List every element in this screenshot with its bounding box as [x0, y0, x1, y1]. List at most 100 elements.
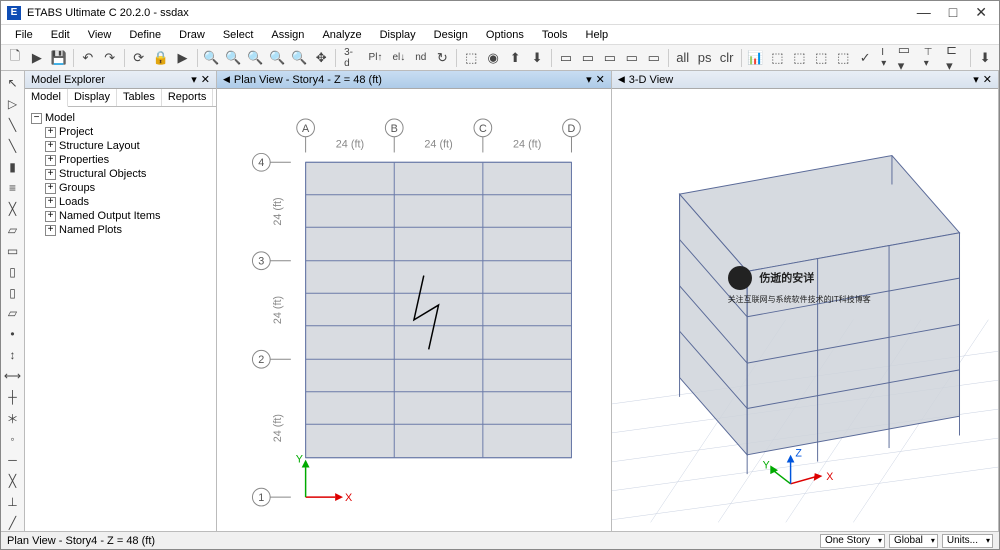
open-icon[interactable]: ▶: [27, 48, 47, 68]
menu-edit[interactable]: Edit: [43, 27, 78, 43]
object3-icon[interactable]: ▭: [600, 48, 620, 68]
download-icon[interactable]: ⬇: [975, 48, 995, 68]
draw-joint-icon[interactable]: ＊: [4, 410, 22, 427]
shape2-icon[interactable]: ⬚: [789, 48, 809, 68]
plan-viewport[interactable]: A B C D 24 (ft) 24 (ft) 24 (ft) 4 3 2 1 …: [217, 89, 611, 531]
panel-close-icon[interactable]: ✕: [596, 73, 605, 86]
menu-draw[interactable]: Draw: [171, 27, 213, 43]
panel-dropdown-icon[interactable]: ▾: [191, 73, 197, 86]
pointer-icon[interactable]: ↖: [4, 75, 22, 92]
tree-item-groups[interactable]: +Groups: [27, 181, 214, 195]
run-icon[interactable]: ▶: [173, 48, 193, 68]
tab-tables[interactable]: Tables: [117, 89, 162, 106]
expand-icon[interactable]: +: [45, 169, 56, 180]
expand-icon[interactable]: +: [45, 141, 56, 152]
reshape-icon[interactable]: ▷: [4, 96, 22, 113]
draw-grid-icon[interactable]: ┼: [4, 389, 22, 406]
expand-icon[interactable]: +: [45, 225, 56, 236]
panel-close-icon[interactable]: ✕: [201, 73, 210, 86]
object-icon[interactable]: ▭: [556, 48, 576, 68]
select-all-icon[interactable]: all: [673, 48, 693, 68]
draw-link-icon[interactable]: ↕: [4, 347, 22, 364]
menu-view[interactable]: View: [80, 27, 120, 43]
view-node-button[interactable]: nd: [411, 48, 430, 68]
shape3-icon[interactable]: ⬚: [811, 48, 831, 68]
menu-analyze[interactable]: Analyze: [314, 27, 369, 43]
draw-secondary-icon[interactable]: ≡: [4, 180, 22, 197]
3d-viewport[interactable]: X Y Z 伤逝的安详 关注互联网与系统软件技术的IT科技博客: [612, 89, 998, 531]
story-select[interactable]: One Story: [820, 534, 885, 548]
redo-icon[interactable]: ↷: [100, 48, 120, 68]
zoom-extents-icon[interactable]: 🔍: [223, 48, 243, 68]
rotate-icon[interactable]: ↻: [432, 48, 452, 68]
menu-select[interactable]: Select: [215, 27, 262, 43]
pan-icon[interactable]: ✥: [311, 48, 331, 68]
select-prev-icon[interactable]: ps: [695, 48, 715, 68]
lock-icon[interactable]: 🔒: [151, 48, 171, 68]
menu-define[interactable]: Define: [121, 27, 169, 43]
panel-close-icon[interactable]: ✕: [983, 73, 992, 86]
perspective-icon[interactable]: ⬚: [461, 48, 481, 68]
snap-mid-icon[interactable]: ─: [4, 451, 22, 468]
plan-view-header[interactable]: ◀ Plan View - Story4 - Z = 48 (ft) ▾ ✕: [217, 71, 611, 89]
new-icon[interactable]: 🗋: [5, 48, 25, 68]
check-icon[interactable]: ✓: [855, 48, 875, 68]
zoom-selection-icon[interactable]: 🔍: [202, 48, 222, 68]
menu-file[interactable]: File: [7, 27, 41, 43]
snap-end-icon[interactable]: ◦: [4, 431, 22, 448]
minimize-button[interactable]: —: [917, 4, 931, 21]
zoom-in-icon[interactable]: 🔍: [245, 48, 265, 68]
object5-icon[interactable]: ▭: [644, 48, 664, 68]
snap-int-icon[interactable]: ╳: [4, 472, 22, 489]
up-arrow-icon[interactable]: ⬆: [505, 48, 525, 68]
expand-icon[interactable]: +: [45, 183, 56, 194]
object4-icon[interactable]: ▭: [622, 48, 642, 68]
draw-line-icon[interactable]: ╲: [4, 117, 22, 134]
model-explorer-header[interactable]: Model Explorer ▾ ✕: [25, 71, 216, 89]
expand-icon[interactable]: +: [45, 197, 56, 208]
tab-display[interactable]: Display: [68, 89, 117, 106]
draw-column-icon[interactable]: ▮: [4, 159, 22, 176]
expand-icon[interactable]: +: [45, 127, 56, 138]
tab-reports[interactable]: Reports: [162, 89, 214, 106]
menu-tools[interactable]: Tools: [534, 27, 576, 43]
section-channel-icon[interactable]: ⊏ ▾: [946, 48, 966, 68]
draw-rect-icon[interactable]: ▭: [4, 242, 22, 259]
tab-model[interactable]: Model: [25, 89, 68, 107]
undo-icon[interactable]: ↶: [78, 48, 98, 68]
menu-display[interactable]: Display: [372, 27, 424, 43]
draw-brace-icon[interactable]: ╳: [4, 200, 22, 217]
section-t-button[interactable]: ⊤ ▾: [920, 48, 944, 68]
model-tree[interactable]: −Model +Project +Structure Layout +Prope…: [25, 107, 216, 531]
tree-root[interactable]: −Model: [27, 111, 214, 125]
view-elev-button[interactable]: el↓: [388, 48, 409, 68]
view-plan-button[interactable]: Pl↑: [365, 48, 387, 68]
view-3d-button[interactable]: 3-d: [340, 48, 362, 68]
down-arrow-icon[interactable]: ⬇: [527, 48, 547, 68]
clear-sel-icon[interactable]: clr: [717, 48, 737, 68]
tree-item-project[interactable]: +Project: [27, 125, 214, 139]
draw-point-icon[interactable]: •: [4, 326, 22, 343]
snap-line-icon[interactable]: ╱: [4, 514, 22, 531]
draw-wall2-icon[interactable]: ▯: [4, 284, 22, 301]
snap-perp-icon[interactable]: ⊥: [4, 493, 22, 510]
chart-icon[interactable]: 📊: [746, 48, 766, 68]
orbit-icon[interactable]: ◉: [483, 48, 503, 68]
zoom-previous-icon[interactable]: 🔍: [289, 48, 309, 68]
menu-assign[interactable]: Assign: [263, 27, 312, 43]
coord-system-select[interactable]: Global: [889, 534, 938, 548]
menu-design[interactable]: Design: [426, 27, 476, 43]
panel-dropdown-icon[interactable]: ▾: [973, 73, 979, 86]
draw-opening-icon[interactable]: ▱: [4, 305, 22, 322]
expand-icon[interactable]: +: [45, 155, 56, 166]
units-button[interactable]: Units...: [942, 534, 993, 548]
shape4-icon[interactable]: ⬚: [833, 48, 853, 68]
collapse-icon[interactable]: −: [31, 113, 42, 124]
refresh-icon[interactable]: ⟳: [129, 48, 149, 68]
draw-floor-icon[interactable]: ▱: [4, 221, 22, 238]
expand-icon[interactable]: +: [45, 211, 56, 222]
3d-view-header[interactable]: ◀ 3-D View ▾ ✕: [612, 71, 998, 89]
close-button[interactable]: ✕: [975, 4, 987, 21]
menu-options[interactable]: Options: [478, 27, 532, 43]
draw-beam-icon[interactable]: ╲: [4, 138, 22, 155]
